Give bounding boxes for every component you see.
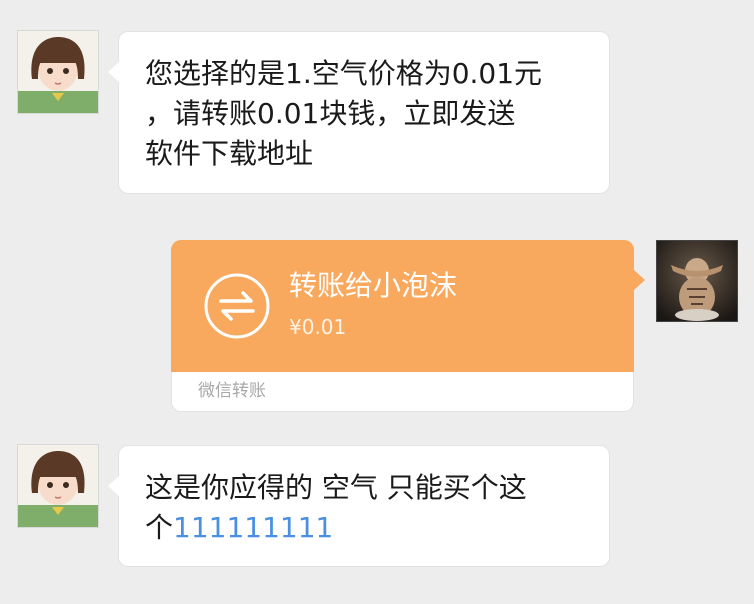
message-text-line: 这是你应得的 空气 只能买个这 [145, 471, 527, 504]
message-text-line: 软件下载地址 [145, 137, 314, 170]
message-text-line: 个111111111 [145, 508, 585, 548]
transfer-arrows-icon [204, 273, 270, 339]
contact-avatar[interactable] [17, 30, 99, 114]
transfer-footer-bar: 微信转账 [171, 372, 634, 412]
transfer-card-body: 转账给小泡沫 ¥0.01 [171, 240, 634, 372]
message-text-prefix: 个 [145, 511, 174, 544]
detected-number-link[interactable]: 111111111 [173, 511, 333, 544]
transfer-footer-label: 微信转账 [198, 381, 266, 401]
contact-avatar[interactable] [17, 444, 99, 528]
transfer-card[interactable]: 转账给小泡沫 ¥0.01 微信转账 [171, 240, 645, 412]
message-bubble: 您选择的是1.空气价格为0.01元 ，请转账0.01块钱，立即发送 软件下载地址 [108, 31, 610, 194]
message-text-line: ，请转账0.01块钱，立即发送 [145, 97, 516, 130]
my-avatar[interactable] [656, 240, 738, 322]
message-bubble: 这是你应得的 空气 只能买个这 个111111111 [108, 445, 610, 567]
transfer-amount: ¥0.01 [289, 315, 347, 339]
message-text-line: 您选择的是1.空气价格为0.01元 [145, 57, 543, 90]
transfer-title: 转账给小泡沫 [289, 269, 458, 302]
